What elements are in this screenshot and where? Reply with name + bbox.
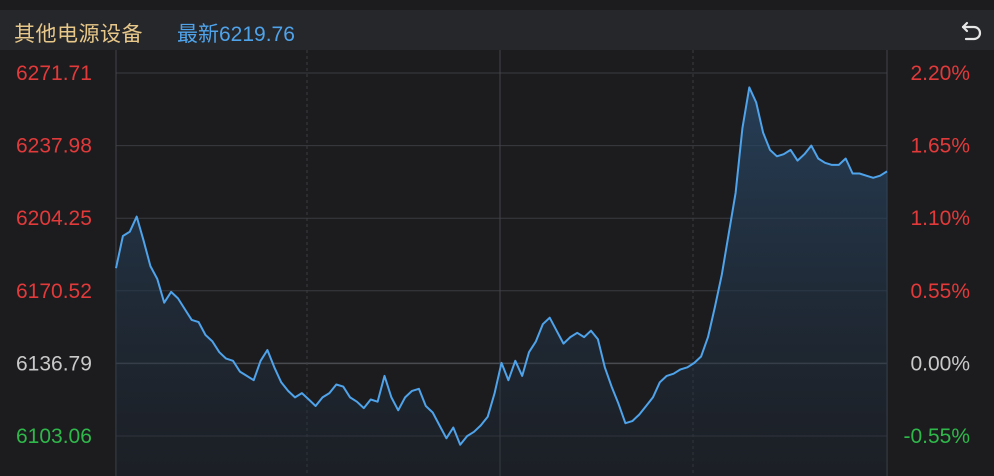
right-tick-label: 1.65% [910, 135, 970, 158]
left-price-axis: 6271.71 6237.98 6204.25 6170.52 6136.79 6103.… [16, 62, 92, 448]
right-tick-label: -0.55% [903, 425, 970, 448]
left-tick-label: 6237.98 [16, 135, 92, 158]
latest-price: 最新6219.76 [177, 18, 295, 48]
left-tick-label: 6271.71 [16, 62, 92, 85]
undo-arrow-icon[interactable] [958, 16, 986, 44]
left-tick-label: 6204.25 [16, 207, 92, 230]
right-percent-axis: 2.20% 1.65% 1.10% 0.55% 0.00% -0.55% [903, 62, 970, 448]
sector-title: 其他电源设备 [14, 23, 143, 46]
price-chart: 6271.71 6237.98 6204.25 6170.52 6136.79 6103.… [16, 50, 970, 476]
left-tick-label: 6170.52 [16, 280, 92, 303]
chart-header: 其他电源设备 最新6219.76 [0, 10, 994, 50]
left-tick-label: 6136.79 [16, 352, 92, 375]
right-tick-label: 0.55% [910, 280, 970, 303]
chart-panel: 6271.71 6237.98 6204.25 6170.52 6136.79 6103.… [0, 0, 994, 476]
right-tick-label: 0.00% [910, 352, 970, 375]
latest-label: 最新 [177, 23, 219, 46]
latest-value: 6219.76 [219, 23, 295, 46]
left-tick-label: 6103.06 [16, 425, 92, 448]
right-tick-label: 1.10% [910, 207, 970, 230]
right-tick-label: 2.20% [910, 62, 970, 85]
